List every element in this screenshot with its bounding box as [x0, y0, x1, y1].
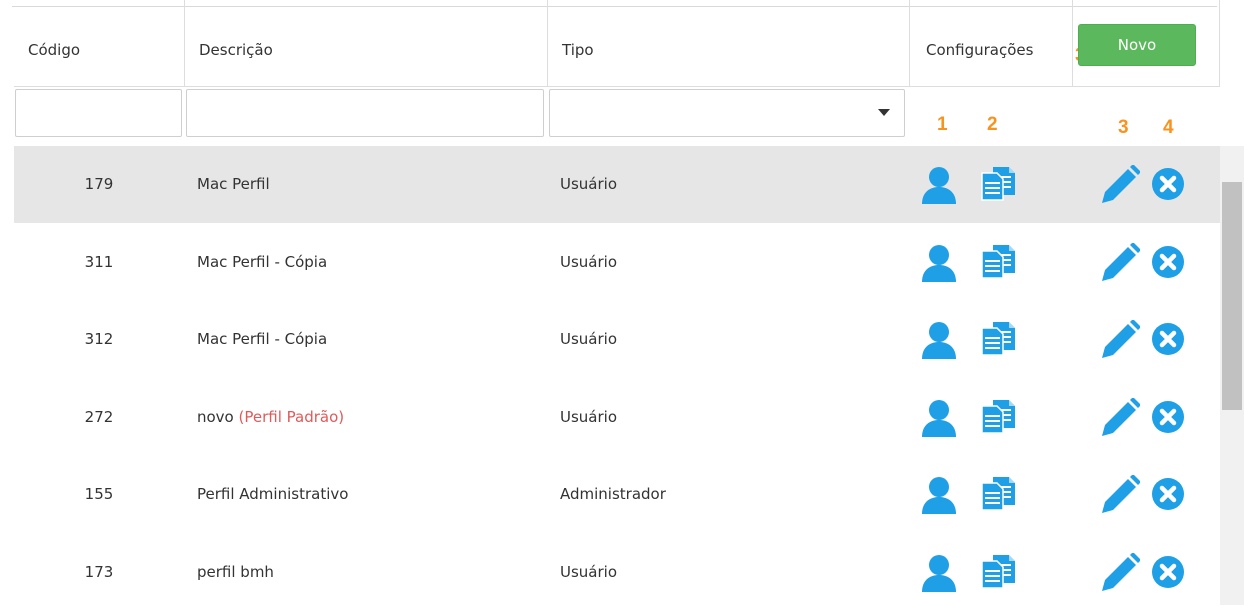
description-text: novo: [197, 407, 234, 426]
copy-icon[interactable]: [980, 398, 1016, 438]
description-text: Mac Perfil - Cópia: [197, 252, 328, 271]
cell-description: Mac Perfil - Cópia: [197, 224, 327, 301]
cell-code: 173: [84, 562, 114, 581]
table-row[interactable]: 155 Perfil Administrativo Administrador: [14, 456, 1220, 533]
cell-code: 311: [84, 252, 114, 271]
filter-description-input[interactable]: [186, 89, 544, 137]
cell-code: 179: [84, 175, 114, 193]
header-type-label: Tipo: [562, 41, 594, 59]
table-row[interactable]: 179 Mac Perfil Usuário: [14, 146, 1220, 223]
pencil-icon[interactable]: [1100, 164, 1141, 209]
cell-type: Usuário: [560, 407, 618, 426]
copy-icon[interactable]: [980, 165, 1016, 205]
cell-code: 155: [84, 485, 114, 503]
user-icon[interactable]: [921, 321, 957, 363]
pencil-icon[interactable]: [1100, 551, 1141, 597]
user-icon[interactable]: [921, 244, 957, 286]
header-settings: Configurações: [909, 0, 1072, 86]
user-icon[interactable]: [921, 399, 957, 441]
default-profile-tag: (Perfil Padrão): [233, 407, 345, 426]
cell-description: perfil bmh: [197, 534, 274, 611]
marker-copy: 2: [987, 114, 998, 135]
close-circle-icon[interactable]: [1151, 555, 1185, 593]
table-row[interactable]: 272 novo (Perfil Padrão) Usuário: [14, 379, 1220, 456]
header-settings-label: Configurações: [926, 41, 1034, 59]
marker-delete: 4: [1163, 117, 1174, 138]
user-icon[interactable]: [921, 476, 957, 518]
cell-code: 312: [84, 330, 114, 348]
scrollbar-thumb[interactable]: [1222, 182, 1242, 410]
header-type[interactable]: Tipo: [547, 0, 909, 86]
close-circle-icon[interactable]: [1151, 477, 1185, 515]
header-code[interactable]: Código: [14, 0, 184, 86]
pencil-icon[interactable]: [1100, 396, 1141, 442]
cell-description: Perfil Administrativo: [197, 456, 348, 533]
cell-description: novo (Perfil Padrão): [197, 379, 344, 456]
copy-icon[interactable]: [980, 475, 1016, 515]
table-row[interactable]: 173 perfil bmh Usuário: [14, 534, 1220, 611]
filter-type-select[interactable]: [549, 89, 905, 137]
cell-description: Mac Perfil: [197, 146, 270, 223]
copy-icon[interactable]: [980, 243, 1016, 283]
close-circle-icon[interactable]: [1151, 400, 1185, 438]
marker-profile: 1: [937, 114, 948, 135]
cell-type: Usuário: [560, 252, 618, 271]
table-row[interactable]: 312 Mac Perfil - Cópia Usuário: [14, 301, 1220, 378]
description-text: Mac Perfil: [197, 175, 270, 193]
cell-code: 272: [84, 407, 114, 426]
header-description[interactable]: Descrição: [184, 0, 547, 86]
cell-type: Administrador: [560, 485, 666, 503]
vertical-scrollbar[interactable]: [1220, 146, 1244, 605]
cell-description: Mac Perfil - Cópia: [197, 301, 327, 378]
description-text: Perfil Administrativo: [197, 485, 349, 503]
user-icon[interactable]: [921, 166, 957, 208]
filter-code-input[interactable]: [15, 89, 182, 137]
header-divider: [14, 86, 1220, 87]
header-code-label: Código: [28, 41, 81, 59]
table-row[interactable]: 311 Mac Perfil - Cópia Usuário: [14, 224, 1220, 301]
cell-type: Usuário: [560, 562, 618, 581]
copy-icon[interactable]: [980, 553, 1016, 593]
header-description-label: Descrição: [199, 41, 273, 59]
copy-icon[interactable]: [980, 320, 1016, 360]
chevron-down-icon: [878, 109, 890, 116]
marker-edit: 3: [1118, 117, 1129, 138]
description-text: perfil bmh: [197, 562, 274, 581]
pencil-icon[interactable]: [1100, 241, 1141, 287]
cell-type: Usuário: [560, 330, 618, 348]
description-text: Mac Perfil - Cópia: [197, 330, 328, 348]
new-button[interactable]: Novo: [1078, 24, 1196, 66]
cell-type: Usuário: [560, 175, 618, 193]
user-icon[interactable]: [921, 554, 957, 596]
close-circle-icon[interactable]: [1151, 167, 1185, 205]
pencil-icon[interactable]: [1100, 474, 1141, 519]
close-circle-icon[interactable]: [1151, 245, 1185, 283]
pencil-icon[interactable]: [1100, 319, 1141, 364]
close-circle-icon[interactable]: [1151, 322, 1185, 360]
